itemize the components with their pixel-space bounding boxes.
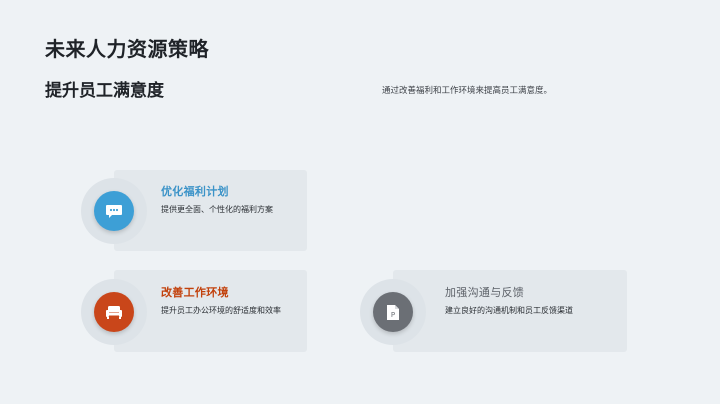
card-benefits-text: 提供更全面、个性化的福利方案 (161, 205, 273, 214)
card-environment-halo (81, 279, 147, 345)
document-icon: P (387, 304, 399, 320)
card-benefits-halo (81, 178, 147, 244)
card-environment-title: 改善工作环境 (161, 286, 229, 299)
card-communication-circle: P (373, 292, 413, 332)
card-benefits-title: 优化福利计划 (161, 185, 229, 198)
card-communication-text: 建立良好的沟通机制和员工反馈渠道 (445, 306, 573, 315)
card-communication-title: 加强沟通与反馈 (445, 286, 525, 299)
svg-text:P: P (391, 311, 395, 319)
chat-bubble-icon (106, 205, 122, 218)
slide-title: 未来人力资源策略 (45, 37, 209, 61)
slide-description: 通过改善福利和工作环境来提高员工满意度。 (382, 86, 553, 96)
slide: 未来人力资源策略 提升员工满意度 通过改善福利和工作环境来提高员工满意度。 优化… (0, 0, 720, 404)
sofa-icon (106, 306, 122, 319)
card-environment-text: 提升员工办公环境的舒适度和效率 (161, 306, 281, 315)
card-environment-circle (94, 292, 134, 332)
card-benefits-circle (94, 191, 134, 231)
card-communication-halo: P (360, 279, 426, 345)
slide-subtitle: 提升员工满意度 (45, 81, 164, 101)
